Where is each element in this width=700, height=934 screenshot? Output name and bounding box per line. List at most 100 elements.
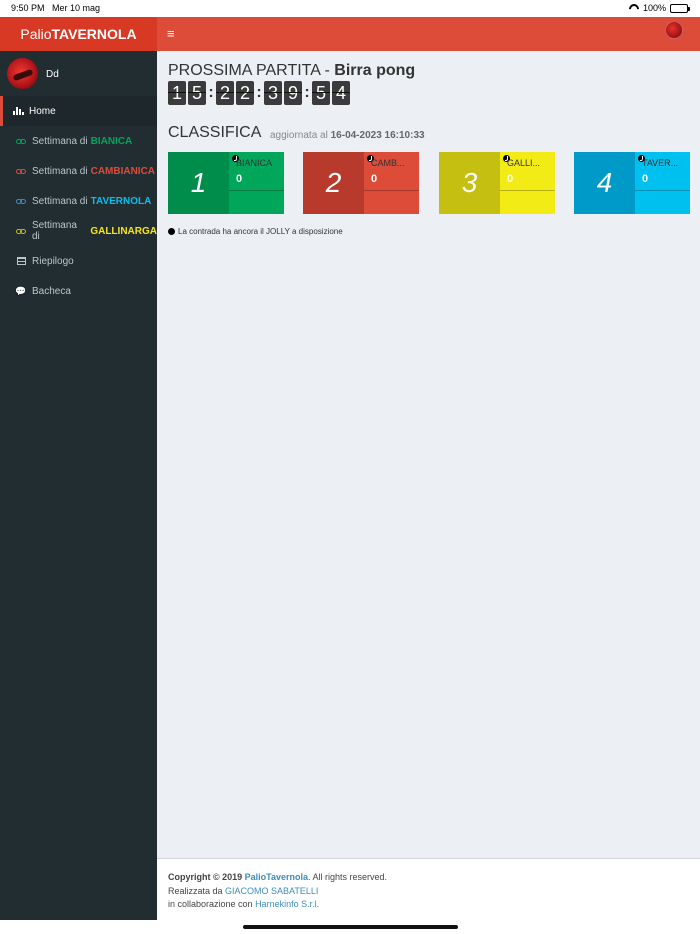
sidebar-item-label: Home (29, 105, 56, 117)
footer-collab-line: in collaborazione con Harnekinfo S.r.l. (168, 898, 689, 912)
footer-copyright-line: Copyright © 2019 PalioTavernola. All rig… (168, 871, 689, 885)
card-divider (364, 190, 419, 191)
countdown: 1 5 : 2 2 : 3 9 : 5 4 (168, 81, 352, 105)
sidebar-item-tavernola[interactable]: Settimana di TAVERNOLA (0, 186, 157, 216)
ranking-updated-prefix: aggiornata al (270, 130, 331, 141)
footer-copyright: Copyright © 2019 (168, 872, 245, 882)
chain-icon (15, 168, 27, 174)
ranking-updated-value: 16-04-2023 16:10:33 (330, 130, 425, 141)
status-time: 9:50 PM (11, 3, 45, 13)
rank-info: GALLI... 0 (500, 152, 555, 214)
ranking-updated: aggiornata al 16-04-2023 16:10:33 (270, 130, 425, 141)
logo-light: Palio (20, 26, 52, 42)
jolly-legend: La contrada ha ancora il JOLLY a disposi… (168, 227, 343, 236)
status-right: 100% (629, 3, 690, 13)
sidebar: Dd Home Settimana di BIANICA Settimana d… (0, 51, 157, 920)
countdown-separator: : (208, 84, 214, 101)
main-content: PROSSIMA PARTITA - Birra pong 1 5 : 2 2 … (157, 51, 700, 858)
countdown-digit: 5 (312, 81, 330, 105)
hamburger-icon[interactable]: ≡ (167, 27, 177, 41)
logo-bold: TAVERNOLA (51, 26, 137, 42)
wifi-icon (629, 4, 639, 12)
battery-icon (670, 3, 690, 13)
jolly-legend-text: La contrada ha ancora il JOLLY a disposi… (178, 227, 343, 236)
status-date: Mer 10 mag (52, 3, 101, 13)
user-panel: Dd (0, 51, 157, 96)
card-divider (635, 190, 690, 191)
team-name-tavernola: TAVERNOLA (90, 195, 152, 207)
sidebar-item-home[interactable]: Home (0, 96, 157, 126)
countdown-digit: 9 (284, 81, 302, 105)
rank-number: 2 (303, 152, 364, 214)
team-name: GALLI... (507, 158, 541, 168)
team-score: 0 (507, 173, 514, 185)
sidebar-item-label: Settimana di (31, 220, 77, 242)
sidebar-item-bianica[interactable]: Settimana di BIANICA (0, 126, 157, 156)
next-match-prefix: PROSSIMA PARTITA - (168, 62, 335, 79)
footer-brand-link[interactable]: PalioTavernola (245, 872, 308, 882)
footer-author-link[interactable]: GIACOMO SABATELLI (225, 886, 318, 896)
team-name: CAMB... (371, 158, 405, 168)
sidebar-item-label: Settimana di (32, 135, 88, 147)
rank-info: TAVER... 0 (635, 152, 690, 214)
footer: Copyright © 2019 PalioTavernola. All rig… (157, 858, 700, 920)
sidebar-item-label: Settimana di (32, 195, 88, 207)
team-name-bianica: BIANICA (90, 135, 133, 147)
rank-number: 4 (574, 152, 635, 214)
footer-author-line: Realizzata da GIACOMO SABATELLI (168, 885, 689, 899)
sidebar-item-bacheca[interactable]: 💬 Bacheca (0, 276, 157, 306)
team-score: 0 (371, 173, 378, 185)
rank-info: CAMB... 0 (364, 152, 419, 214)
countdown-digit: 4 (332, 81, 350, 105)
app-logo[interactable]: Palio TAVERNOLA (0, 17, 157, 51)
rank-number: 3 (439, 152, 500, 214)
footer-made-by: Realizzata da (168, 885, 226, 896)
ranking-card-2[interactable]: 2 CAMB... 0 (303, 152, 419, 214)
footer-rights: . All rights reserved. (308, 872, 388, 882)
chain-icon (15, 138, 27, 144)
countdown-separator: : (256, 84, 262, 101)
ranking-card-3[interactable]: 3 GALLI... 0 (439, 152, 555, 214)
footer-company-link[interactable]: Harnekinfo S.r.l. (255, 899, 319, 909)
chain-icon (15, 228, 27, 234)
next-match-title: PROSSIMA PARTITA - Birra pong (168, 62, 415, 80)
card-divider (500, 190, 555, 191)
sidebar-item-gallinarga[interactable]: Settimana di GALLINARGA (0, 216, 157, 246)
team-name: BIANICA (236, 158, 273, 168)
countdown-digit: 1 (168, 81, 186, 105)
top-navbar: ≡ (157, 17, 700, 51)
ranking-title: CLASSIFICA (168, 124, 262, 141)
countdown-digit: 2 (236, 81, 254, 105)
sidebar-item-label: Settimana di (32, 165, 88, 177)
countdown-digit: 5 (188, 81, 206, 105)
home-indicator[interactable] (243, 925, 458, 929)
chain-icon (15, 198, 27, 204)
team-score: 0 (642, 173, 649, 185)
jolly-icon (168, 228, 175, 235)
table-icon (15, 257, 27, 265)
rank-info: BIANICA 0 (229, 152, 284, 214)
sidebar-avatar (7, 58, 38, 89)
user-name: Dd (46, 69, 59, 80)
ranking-card-1[interactable]: 1 BIANICA 0 (168, 152, 284, 214)
next-match-name: Birra pong (334, 62, 416, 79)
status-bar: 9:50 PM Mer 10 mag 100% (0, 0, 700, 17)
countdown-digit: 3 (264, 81, 282, 105)
team-name: TAVER... (642, 158, 679, 168)
sidebar-item-label: Riepilogo (32, 255, 74, 267)
comments-icon: 💬 (15, 285, 27, 296)
sidebar-item-cambianica[interactable]: Settimana di CAMBIANICA (0, 156, 157, 186)
team-score: 0 (236, 173, 243, 185)
team-name-cambianica: CAMBIANICA (90, 165, 156, 177)
ranking-card-4[interactable]: 4 TAVER... 0 (574, 152, 690, 214)
user-avatar-icon[interactable] (665, 21, 683, 39)
sidebar-item-label: Bacheca (32, 285, 71, 297)
rank-number: 1 (168, 152, 229, 214)
sidebar-item-riepilogo[interactable]: Riepilogo (0, 246, 157, 276)
sidebar-menu: Home Settimana di BIANICA Settimana di C… (0, 96, 157, 306)
footer-collab: in collaborazione con (168, 899, 256, 909)
countdown-digit: 2 (216, 81, 234, 105)
countdown-separator: : (304, 84, 310, 101)
battery-percent: 100% (642, 3, 666, 13)
bar-chart-icon (12, 107, 24, 115)
